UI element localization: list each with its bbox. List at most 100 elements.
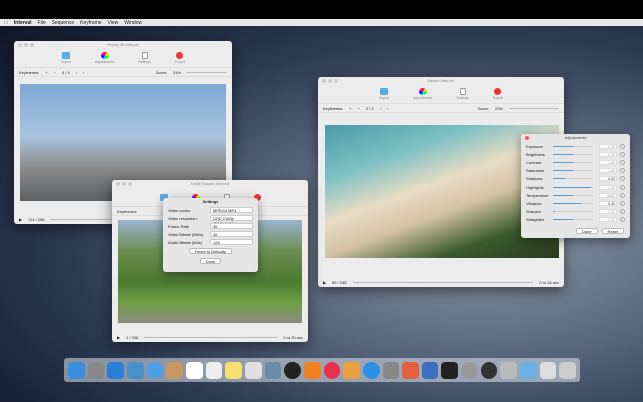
photos-icon[interactable] (244, 361, 262, 379)
menu-file[interactable]: File (38, 20, 46, 26)
close-button[interactable] (322, 79, 326, 83)
prev-keyframe[interactable]: ‹ (380, 106, 381, 111)
adjustment-value[interactable]: 0.00 (599, 217, 617, 223)
menu-keyframe[interactable]: Keyframe (80, 20, 101, 26)
export-button[interactable]: Export (175, 52, 185, 64)
preview-icon[interactable] (264, 361, 282, 379)
utility-icon[interactable] (500, 361, 518, 379)
import-button[interactable]: Import (61, 52, 71, 64)
adjustment-value[interactable]: 0.40 (599, 200, 617, 206)
trash-icon[interactable] (559, 361, 577, 379)
adjustments-button[interactable]: Adjustments (95, 52, 114, 64)
reset-icon[interactable] (620, 184, 625, 190)
downloads-folder-icon[interactable] (520, 361, 537, 379)
reset-icon[interactable] (620, 176, 625, 182)
minimize-button[interactable] (24, 43, 28, 47)
adjustment-slider[interactable] (553, 161, 593, 163)
reminders-icon[interactable] (225, 361, 242, 379)
next-keyframe[interactable]: › (83, 70, 84, 75)
adjustment-value[interactable]: 6500 (599, 192, 617, 198)
menu-sequence[interactable]: Sequence (52, 20, 75, 26)
adjustment-value[interactable]: 1.00 (599, 184, 617, 190)
adjustment-slider[interactable] (553, 202, 593, 204)
zoom-value[interactable]: 20% (495, 106, 503, 111)
adjustment-value[interactable]: 0.00 (599, 151, 617, 157)
adjustments-button[interactable]: Adjustments (413, 88, 432, 100)
done-button[interactable]: Done (199, 258, 222, 264)
reset-icon[interactable] (620, 159, 625, 165)
adjustment-slider[interactable] (553, 178, 593, 180)
keyframe-add[interactable]: + (45, 70, 47, 75)
close-button[interactable] (18, 43, 22, 47)
play-button[interactable]: ▶ (323, 280, 326, 285)
reset-icon[interactable] (620, 168, 625, 174)
mail-icon[interactable] (126, 361, 144, 379)
ibooks-store-icon[interactable] (343, 361, 360, 379)
minimize-button[interactable] (122, 182, 126, 186)
reset-button[interactable]: Reset (601, 227, 624, 234)
xcode-icon[interactable] (402, 361, 419, 379)
timeline-slider[interactable] (144, 336, 278, 338)
adjustment-slider[interactable] (553, 145, 593, 147)
adjustment-value[interactable]: 0.00 (599, 209, 617, 215)
itunes-icon[interactable] (323, 361, 341, 379)
reset-icon[interactable] (620, 209, 625, 215)
play-button[interactable]: ▶ (117, 335, 120, 340)
interval-icon[interactable] (421, 361, 439, 379)
launchpad-icon[interactable] (87, 361, 105, 379)
settings-field[interactable]: 128 (210, 239, 253, 245)
prev-keyframe[interactable]: ‹ (76, 70, 77, 75)
keyframe-add[interactable]: + (349, 106, 351, 111)
finder-icon[interactable] (68, 361, 85, 379)
notes-icon[interactable] (205, 361, 223, 379)
reset-defaults-button[interactable]: Reset to Defaults (189, 248, 232, 254)
safari-icon[interactable] (107, 361, 124, 379)
zoom-value[interactable]: 31% (173, 70, 181, 75)
close-button[interactable] (525, 136, 529, 140)
minimize-button[interactable] (328, 79, 332, 83)
reset-icon[interactable] (620, 192, 625, 198)
apple-icon[interactable]:  (4, 20, 8, 26)
menu-app[interactable]: Interval (14, 20, 32, 26)
adjustment-slider[interactable] (553, 170, 593, 172)
reset-icon[interactable] (620, 151, 625, 157)
settings-field[interactable]: 30 (210, 223, 253, 229)
settings-field[interactable]: MPEG4 MP4 (210, 207, 253, 213)
contacts-icon[interactable] (166, 361, 183, 379)
settings-field[interactable]: UHD 2160p (3840x2160) (210, 215, 253, 226)
import-button[interactable]: Import (379, 88, 389, 100)
terminal-icon[interactable] (441, 361, 459, 379)
zoom-button[interactable] (30, 43, 34, 47)
system-preferences-icon[interactable] (382, 361, 400, 379)
app-store-icon[interactable] (362, 361, 380, 379)
adjustment-slider[interactable] (553, 219, 593, 221)
reset-icon[interactable] (620, 143, 625, 149)
keyframe-remove[interactable]: − (358, 106, 360, 111)
ibooks-icon[interactable] (303, 361, 321, 379)
photo-booth-icon[interactable] (284, 361, 301, 379)
calendar-icon[interactable] (185, 361, 203, 379)
zoom-slider[interactable] (187, 71, 227, 73)
close-button[interactable] (116, 182, 120, 186)
keyframe-remove[interactable]: − (54, 70, 56, 75)
adjustment-value[interactable]: 0.00 (599, 143, 617, 149)
adjustment-value[interactable]: 1.00 (599, 159, 617, 165)
documents-icon[interactable] (539, 361, 557, 379)
done-button[interactable]: Done (575, 227, 598, 234)
adjustment-slider[interactable] (553, 186, 593, 188)
settings-button[interactable]: Settings (138, 52, 151, 64)
menu-window[interactable]: Window (124, 20, 142, 26)
zoom-button[interactable] (334, 79, 338, 83)
next-keyframe[interactable]: › (387, 106, 388, 111)
export-button[interactable]: Export (493, 88, 503, 100)
menu-view[interactable]: View (108, 20, 119, 26)
adjustment-slider[interactable] (553, 194, 593, 196)
play-button[interactable]: ▶ (19, 217, 22, 222)
adjustment-value[interactable]: 1.00 (599, 168, 617, 174)
adjustment-slider[interactable] (553, 153, 593, 155)
reset-icon[interactable] (620, 217, 625, 223)
activity-icon[interactable] (480, 361, 498, 379)
timeline-slider[interactable] (352, 281, 534, 283)
zoom-button[interactable] (128, 182, 132, 186)
gear-icon[interactable] (461, 361, 478, 379)
